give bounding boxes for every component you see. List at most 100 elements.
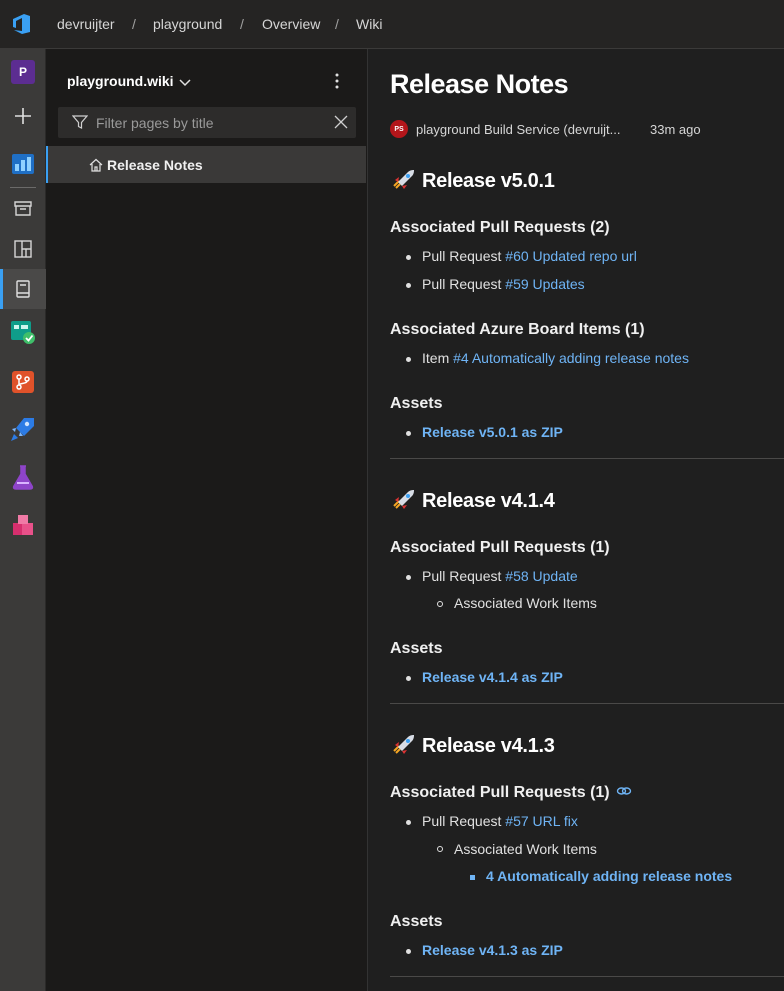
divider bbox=[390, 458, 784, 459]
left-nav-rail: P bbox=[0, 49, 46, 991]
pr-heading: Associated Pull Requests (1) bbox=[390, 784, 632, 802]
author-avatar: PS bbox=[390, 120, 408, 138]
list-item: 4 Automatically adding release notes bbox=[486, 868, 732, 884]
list-bullet bbox=[406, 676, 411, 681]
list-circle bbox=[437, 846, 443, 852]
nav-overview[interactable] bbox=[0, 144, 46, 184]
list-bullet bbox=[406, 283, 411, 288]
nav-boards[interactable] bbox=[0, 312, 46, 352]
release-heading: Release v4.1.4 bbox=[390, 488, 555, 513]
list-item: Release v4.1.3 as ZIP bbox=[422, 942, 563, 958]
page-title: Release Notes bbox=[390, 69, 569, 99]
clear-filter-icon[interactable] bbox=[334, 115, 348, 129]
project-avatar[interactable]: P bbox=[0, 52, 46, 92]
rocket-icon bbox=[393, 170, 414, 189]
more-options-icon[interactable] bbox=[329, 71, 345, 91]
wiki-book-icon bbox=[16, 280, 30, 298]
nav-test-plans[interactable] bbox=[0, 457, 46, 497]
release-heading: Release v5.0.1 bbox=[390, 168, 555, 193]
asset-zip-link[interactable]: Release v4.1.3 as ZIP bbox=[422, 942, 563, 958]
work-item-link[interactable]: 4 Automatically adding release notes bbox=[486, 868, 732, 884]
boards-icon bbox=[11, 321, 35, 344]
list-bullet bbox=[406, 255, 411, 260]
list-item-prefix: Pull Request bbox=[422, 276, 502, 292]
divider bbox=[390, 976, 784, 977]
release-heading: Release v4.1.3 bbox=[390, 733, 555, 758]
breadcrumb-wiki[interactable]: Wiki bbox=[356, 16, 382, 32]
plus-icon bbox=[15, 108, 31, 124]
list-item: Release v4.1.4 as ZIP bbox=[422, 669, 563, 685]
list-bullet bbox=[406, 949, 411, 954]
wiki-sidebar: playground.wiki Release Notes bbox=[46, 49, 368, 991]
nav-wiki[interactable] bbox=[0, 269, 46, 309]
assets-heading: Assets bbox=[390, 640, 443, 657]
work-items-label: Associated Work Items bbox=[454, 841, 597, 857]
pr-heading: Associated Pull Requests (1) bbox=[390, 539, 610, 556]
nav-repos[interactable] bbox=[0, 362, 46, 402]
pr-link[interactable]: #57 URL fix bbox=[505, 813, 578, 829]
overview-icon bbox=[12, 154, 34, 174]
flask-icon bbox=[12, 465, 34, 490]
nav-dashboards[interactable] bbox=[0, 229, 46, 269]
list-item-prefix: Pull Request bbox=[422, 813, 502, 829]
home-icon bbox=[89, 158, 103, 172]
board-items-heading: Associated Azure Board Items (1) bbox=[390, 321, 645, 338]
list-item: Pull Request #57 URL fix bbox=[422, 813, 578, 829]
divider bbox=[390, 703, 784, 704]
new-item-button[interactable] bbox=[0, 96, 46, 136]
rocket-icon bbox=[393, 735, 414, 754]
list-item-prefix: Item bbox=[422, 350, 450, 366]
wiki-content: Release Notes PS playground Build Servic… bbox=[369, 49, 784, 991]
chevron-down-icon[interactable] bbox=[177, 74, 193, 90]
pr-link[interactable]: #58 Update bbox=[505, 568, 577, 584]
work-items-label: Associated Work Items bbox=[454, 595, 597, 611]
asset-zip-link[interactable]: Release v4.1.4 as ZIP bbox=[422, 669, 563, 685]
list-item-prefix: Pull Request bbox=[422, 248, 502, 264]
filter-pages-box bbox=[58, 107, 356, 138]
list-item: Pull Request #59 Updates bbox=[422, 276, 585, 292]
store-icon bbox=[14, 201, 32, 216]
pr-heading-text: Associated Pull Requests (1) bbox=[390, 784, 610, 801]
list-item: Pull Request #58 Update bbox=[422, 568, 578, 584]
breadcrumb-org[interactable]: devruijter bbox=[57, 16, 115, 32]
nav-summary[interactable] bbox=[0, 188, 46, 228]
author-name[interactable]: playground Build Service (devruijt... bbox=[416, 122, 621, 137]
list-bullet bbox=[406, 431, 411, 436]
artifacts-icon bbox=[13, 515, 33, 535]
repos-icon bbox=[12, 371, 34, 393]
release-heading-text: Release v4.1.3 bbox=[422, 735, 555, 757]
last-updated: 33m ago bbox=[650, 122, 701, 137]
filter-icon bbox=[72, 115, 88, 129]
assets-heading: Assets bbox=[390, 395, 443, 412]
work-item-link[interactable]: #4 Automatically adding release notes bbox=[453, 350, 689, 366]
list-item: Release v5.0.1 as ZIP bbox=[422, 424, 563, 440]
breadcrumb-separator: / bbox=[240, 16, 244, 32]
project-initial: P bbox=[11, 60, 35, 84]
dashboard-icon bbox=[14, 240, 32, 258]
nav-pipelines[interactable] bbox=[0, 409, 46, 449]
list-item: Item #4 Automatically adding release not… bbox=[422, 350, 689, 366]
breadcrumb-separator: / bbox=[132, 16, 136, 32]
breadcrumb-project[interactable]: playground bbox=[153, 16, 222, 32]
list-item: Pull Request #60 Updated repo url bbox=[422, 248, 637, 264]
pr-link[interactable]: #59 Updates bbox=[505, 276, 584, 292]
wiki-selector[interactable]: playground.wiki bbox=[67, 73, 174, 89]
list-circle bbox=[437, 601, 443, 607]
release-heading-text: Release v5.0.1 bbox=[422, 170, 555, 192]
azure-devops-logo-icon[interactable] bbox=[10, 12, 34, 36]
asset-zip-link[interactable]: Release v5.0.1 as ZIP bbox=[422, 424, 563, 440]
filter-pages-input[interactable] bbox=[96, 107, 326, 138]
rocket-icon bbox=[393, 490, 414, 509]
breadcrumb-separator: / bbox=[335, 16, 339, 32]
list-square bbox=[470, 875, 475, 880]
page-tree-item-release-notes[interactable]: Release Notes bbox=[46, 146, 366, 183]
list-bullet bbox=[406, 357, 411, 362]
page-tree-item-label: Release Notes bbox=[107, 157, 203, 173]
release-heading-text: Release v4.1.4 bbox=[422, 490, 555, 512]
pipelines-icon bbox=[11, 418, 34, 441]
list-item-prefix: Pull Request bbox=[422, 568, 502, 584]
link-anchor-icon[interactable] bbox=[616, 785, 632, 797]
breadcrumb-overview[interactable]: Overview bbox=[262, 16, 320, 32]
nav-artifacts[interactable] bbox=[0, 505, 46, 545]
pr-link[interactable]: #60 Updated repo url bbox=[505, 248, 637, 264]
